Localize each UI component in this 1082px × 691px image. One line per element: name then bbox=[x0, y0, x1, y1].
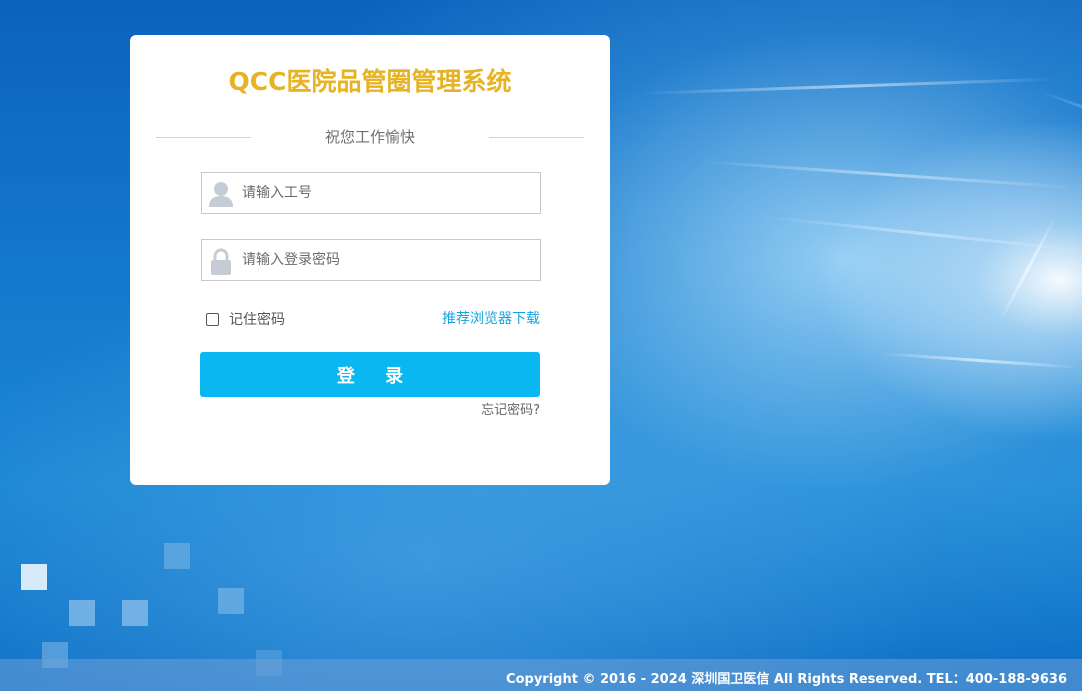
divider-right bbox=[489, 137, 584, 138]
divider-left bbox=[156, 137, 251, 138]
light-streak bbox=[639, 77, 1060, 95]
copyright-text: Copyright © 2016 - 2024 深圳国卫医信 All Right… bbox=[506, 672, 1067, 687]
username-field[interactable] bbox=[201, 172, 541, 214]
remember-checkbox[interactable] bbox=[206, 312, 219, 326]
lock-icon bbox=[208, 247, 234, 275]
page-title: QCC医院品管圈管理系统 bbox=[228, 67, 512, 96]
password-input[interactable] bbox=[242, 240, 532, 280]
login-button[interactable]: 登 录 bbox=[200, 352, 540, 397]
decor-square bbox=[69, 600, 95, 626]
light-streak bbox=[879, 352, 1080, 369]
login-card: QCC医院品管圈管理系统 祝您工作愉快 记住密码 推荐浏览器下载 登 录 忘记密… bbox=[130, 35, 610, 485]
light-streak bbox=[699, 160, 1080, 190]
username-input[interactable] bbox=[242, 173, 532, 213]
light-streak bbox=[998, 214, 1058, 323]
user-icon bbox=[208, 180, 234, 208]
light-streak bbox=[1039, 90, 1082, 162]
remember-label: 记住密码 bbox=[229, 312, 285, 328]
decor-square bbox=[164, 543, 190, 569]
browser-download-link[interactable]: 推荐浏览器下载 bbox=[442, 309, 540, 329]
forgot-password-link[interactable]: 忘记密码? bbox=[481, 401, 540, 421]
light-streak bbox=[759, 215, 1082, 253]
subtitle: 祝您工作愉快 bbox=[324, 128, 415, 146]
remember-password[interactable]: 记住密码 bbox=[206, 309, 285, 329]
decor-square bbox=[122, 600, 148, 626]
password-field[interactable] bbox=[201, 239, 541, 281]
footer: Copyright © 2016 - 2024 深圳国卫医信 All Right… bbox=[0, 659, 1082, 691]
decor-square bbox=[218, 588, 244, 614]
decor-square bbox=[21, 564, 47, 590]
